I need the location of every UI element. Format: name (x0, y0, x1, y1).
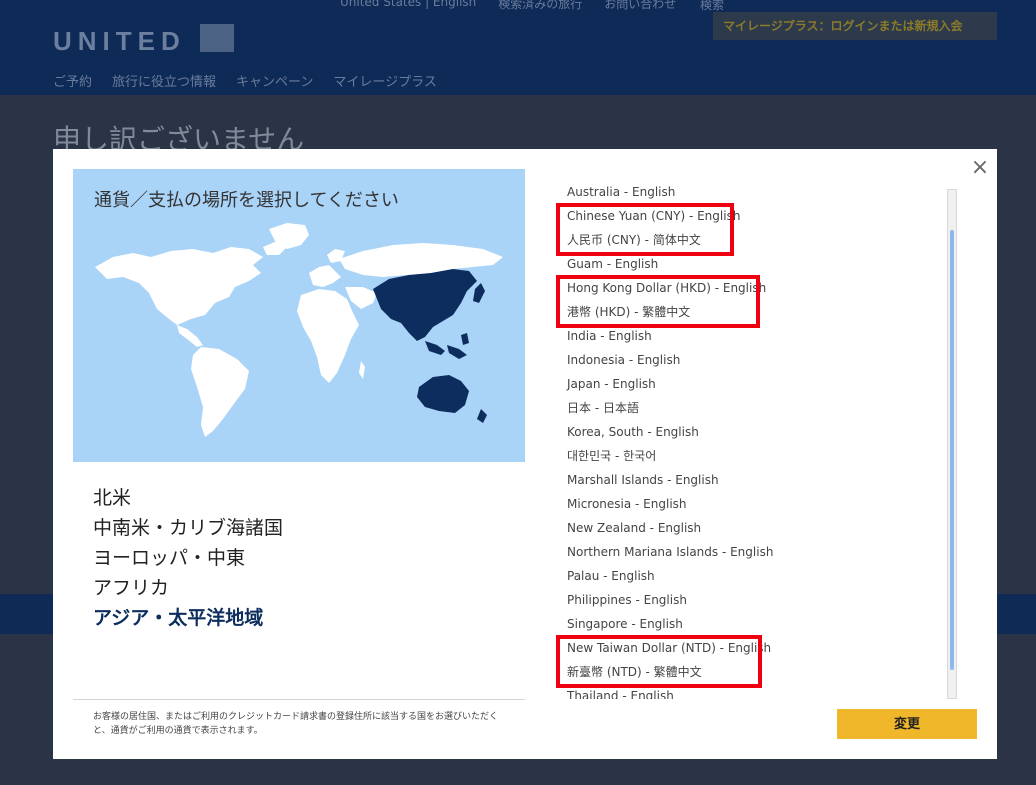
nav-deals[interactable]: キャンペーン (236, 71, 313, 90)
nav-mileageplus[interactable]: マイレージプラス (333, 71, 436, 90)
list-item[interactable]: Palau - English (557, 564, 943, 588)
list-item[interactable]: 日本 - 日本語 (557, 396, 943, 420)
locale-link[interactable]: United States | English (340, 0, 476, 12)
divider (73, 699, 525, 700)
region-asia-pacific[interactable]: アジア・太平洋地域 (93, 603, 283, 633)
globe-logo-icon (200, 24, 234, 52)
list-item[interactable]: Northern Mariana Islands - English (557, 540, 943, 564)
list-scrollbar[interactable] (947, 189, 957, 699)
united-logo[interactable]: UNITED (53, 26, 186, 57)
list-item[interactable]: Indonesia - English (557, 348, 943, 372)
list-item[interactable]: 대한민국 - 한국어 (557, 444, 943, 468)
highlight-box-cny (556, 203, 734, 256)
close-button[interactable]: × (967, 155, 993, 181)
top-links: United States | English 検索済みの旅行 お問い合わせ (340, 0, 676, 12)
currency-location-modal: × 通貨／支払の場所を選択してください 北米 中南米・カリブ海諸国 ヨーロッパ・… (53, 149, 997, 759)
main-nav: ご予約 旅行に役立つ情報 キャンペーン マイレージプラス (53, 71, 437, 90)
list-item[interactable]: Korea, South - English (557, 420, 943, 444)
list-item[interactable]: New Zealand - English (557, 516, 943, 540)
contact-link[interactable]: お問い合わせ (604, 0, 676, 12)
world-map: 通貨／支払の場所を選択してください (73, 169, 525, 462)
highlight-box-hkd (556, 275, 760, 328)
nav-booking[interactable]: ご予約 (53, 71, 92, 90)
nav-travel-info[interactable]: 旅行に役立つ情報 (112, 71, 216, 90)
list-item[interactable]: Japan - English (557, 372, 943, 396)
region-latin-america-caribbean[interactable]: 中南米・カリブ海諸国 (93, 513, 283, 543)
my-trips-link[interactable]: 検索済みの旅行 (498, 0, 582, 12)
list-item[interactable]: Philippines - English (557, 588, 943, 612)
region-north-america[interactable]: 北米 (93, 483, 283, 513)
map-asia-pacific-selected (373, 269, 487, 423)
region-europe-middle-east[interactable]: ヨーロッパ・中東 (93, 543, 283, 573)
mileageplus-login-button[interactable]: マイレージプラス：ログインまたは新規入会 (713, 12, 997, 40)
world-map-graphic (95, 223, 503, 437)
list-item[interactable]: Australia - English (557, 182, 943, 204)
country-list[interactable]: Australia - English Chinese Yuan (CNY) -… (557, 182, 943, 699)
modal-title: 通貨／支払の場所を選択してください (94, 190, 399, 211)
region-list: 北米 中南米・カリブ海諸国 ヨーロッパ・中東 アフリカ アジア・太平洋地域 (93, 483, 283, 633)
list-item[interactable]: Marshall Islands - English (557, 468, 943, 492)
list-item[interactable]: Singapore - English (557, 612, 943, 636)
region-africa[interactable]: アフリカ (93, 573, 283, 603)
change-button[interactable]: 変更 (837, 709, 977, 739)
list-item[interactable]: Micronesia - English (557, 492, 943, 516)
currency-note: お客様の居住国、またはご利用のクレジットカード請求書の登録住所に該当する国をお選… (93, 712, 499, 736)
highlight-box-ntd (556, 635, 762, 688)
scrollbar-thumb[interactable] (950, 230, 954, 670)
